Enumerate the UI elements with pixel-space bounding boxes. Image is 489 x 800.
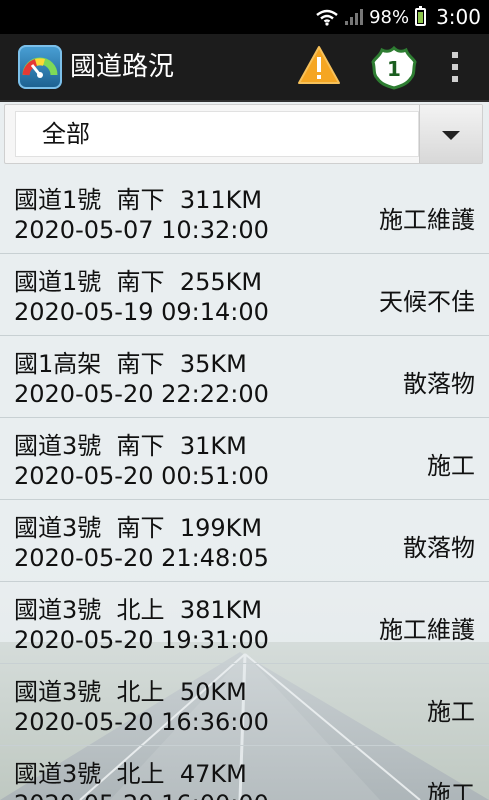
road-name: 國1高架 xyxy=(14,350,102,378)
road-name: 國道3號 xyxy=(14,432,102,460)
list-item[interactable]: 國道1號 南下 311KM 2020-05-07 10:32:00 施工維護 xyxy=(0,172,489,254)
list-item[interactable]: 國道3號 南下 199KM 2020-05-20 21:48:05 散落物 xyxy=(0,500,489,582)
list-item[interactable]: 國道3號 北上 381KM 2020-05-20 19:31:00 施工維護 xyxy=(0,582,489,664)
event-time: 2020-05-07 10:32:00 xyxy=(14,216,269,244)
route-shield-icon[interactable]: 1 xyxy=(371,45,417,94)
event-time: 2020-05-20 16:36:00 xyxy=(14,708,269,736)
mileage: 381KM xyxy=(179,596,263,624)
direction: 北上 xyxy=(116,760,165,788)
battery-percent: 98% xyxy=(369,6,410,28)
dropdown-arrow-icon[interactable] xyxy=(419,105,482,163)
wifi-icon xyxy=(316,9,338,26)
event-time: 2020-05-20 22:22:00 xyxy=(14,380,269,408)
warning-icon[interactable] xyxy=(296,44,342,90)
event-type: 天候不佳 xyxy=(379,288,475,316)
event-time: 2020-05-20 00:51:00 xyxy=(14,462,269,490)
clock: 3:00 xyxy=(436,5,481,29)
mileage: 255KM xyxy=(179,268,263,296)
event-type: 施工 xyxy=(427,698,475,726)
list-item[interactable]: 國道3號 北上 47KM 2020-05-20 16:00:00 施工 xyxy=(0,746,489,800)
event-type: 散落物 xyxy=(403,534,475,562)
mileage: 35KM xyxy=(179,350,247,378)
mileage: 311KM xyxy=(179,186,263,214)
event-type: 施工 xyxy=(427,452,475,480)
battery-icon xyxy=(415,6,427,26)
event-time: 2020-05-20 19:31:00 xyxy=(14,626,269,654)
list-item[interactable]: 國道3號 南下 31KM 2020-05-20 00:51:00 施工 xyxy=(0,418,489,500)
event-time: 2020-05-19 09:14:00 xyxy=(14,298,269,326)
app-title: 國道路況 xyxy=(70,52,175,82)
event-list[interactable]: 國道1號 南下 311KM 2020-05-07 10:32:00 施工維護 國… xyxy=(0,172,489,800)
event-type: 施工維護 xyxy=(379,206,475,234)
status-icons: 98% 3:00 xyxy=(315,0,481,34)
mileage: 199KM xyxy=(179,514,263,542)
event-type: 散落物 xyxy=(403,370,475,398)
road-name: 國道3號 xyxy=(14,514,102,542)
action-bar: 國道路況 1 xyxy=(0,34,489,100)
event-type: 施工 xyxy=(427,780,475,800)
direction: 北上 xyxy=(116,678,165,706)
event-type: 施工維護 xyxy=(379,616,475,644)
road-name: 國道3號 xyxy=(14,678,102,706)
direction: 南下 xyxy=(116,268,165,296)
list-item[interactable]: 國道3號 北上 50KM 2020-05-20 16:36:00 施工 xyxy=(0,664,489,746)
direction: 南下 xyxy=(116,350,165,378)
road-name: 國道3號 xyxy=(14,760,102,788)
road-name: 國道1號 xyxy=(14,268,102,296)
list-item[interactable]: 國1高架 南下 35KM 2020-05-20 22:22:00 散落物 xyxy=(0,336,489,418)
signal-icon xyxy=(345,9,364,25)
event-time: 2020-05-20 16:00:00 xyxy=(14,790,269,800)
overflow-menu-icon[interactable] xyxy=(448,52,462,82)
direction: 南下 xyxy=(116,432,165,460)
filter-dropdown[interactable]: 全部 xyxy=(4,104,483,164)
mileage: 31KM xyxy=(179,432,247,460)
road-name: 國道1號 xyxy=(14,186,102,214)
list-item[interactable]: 國道1號 南下 255KM 2020-05-19 09:14:00 天候不佳 xyxy=(0,254,489,336)
route-badge: 1 xyxy=(387,57,401,81)
mileage: 47KM xyxy=(179,760,247,788)
event-time: 2020-05-20 21:48:05 xyxy=(14,544,269,572)
direction: 南下 xyxy=(116,514,165,542)
road-name: 國道3號 xyxy=(14,596,102,624)
direction: 南下 xyxy=(116,186,165,214)
direction: 北上 xyxy=(116,596,165,624)
status-bar: 98% 3:00 xyxy=(0,0,489,34)
mileage: 50KM xyxy=(179,678,247,706)
app-logo-icon[interactable] xyxy=(18,45,62,89)
filter-selected-value[interactable]: 全部 xyxy=(15,111,419,157)
